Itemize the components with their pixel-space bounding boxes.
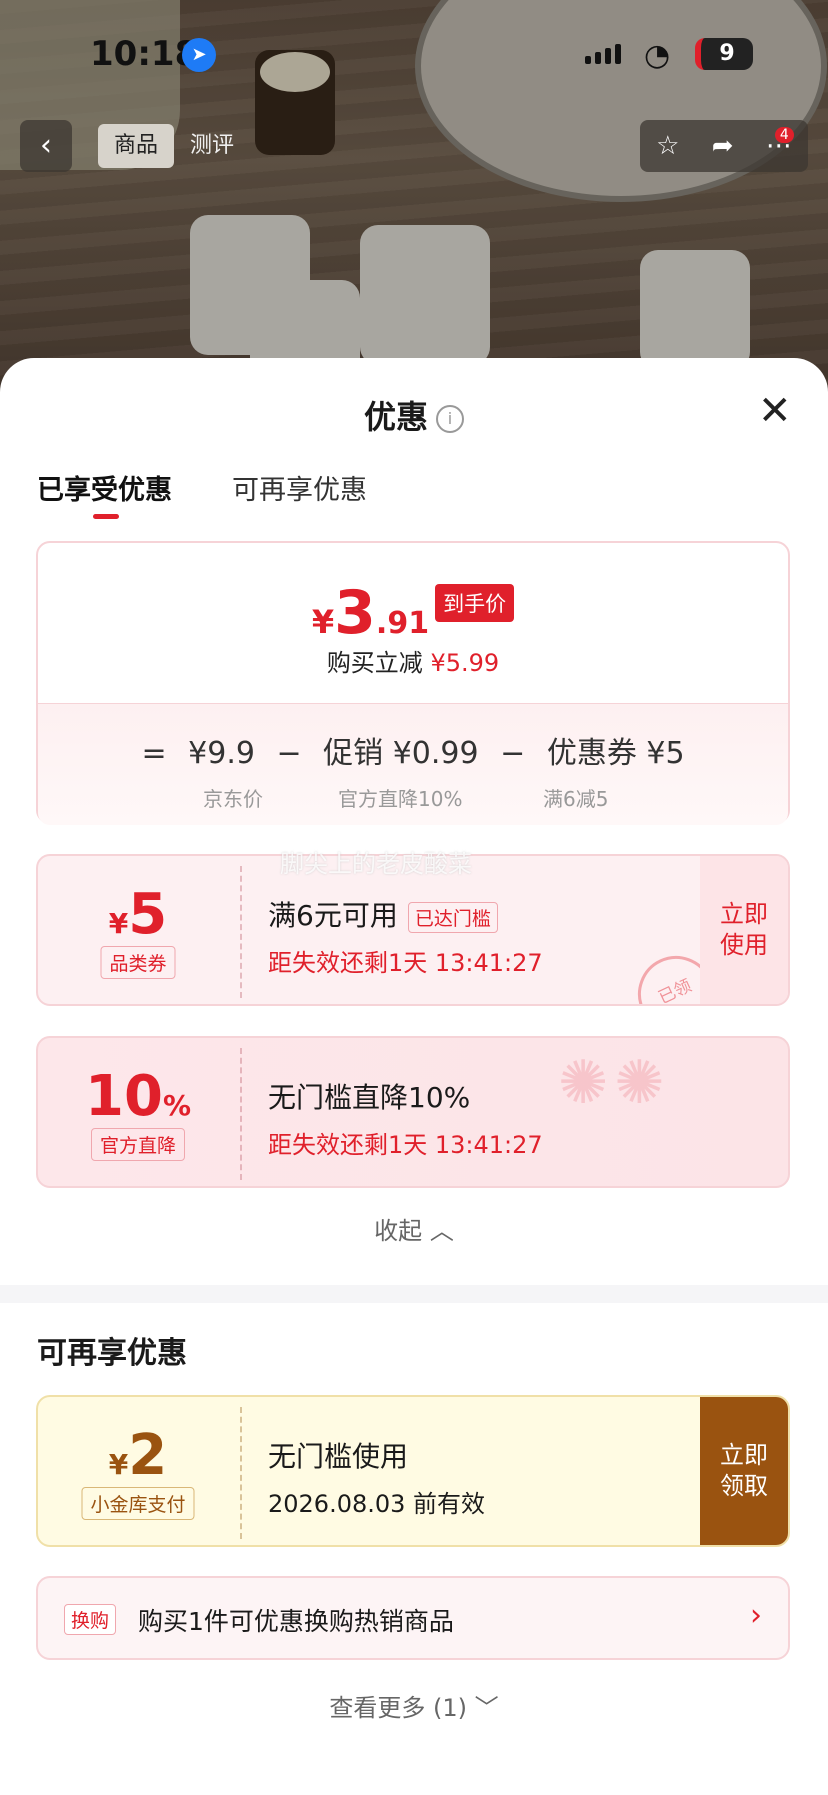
info-icon[interactable]: i xyxy=(436,405,464,433)
collapse-button[interactable]: 收起 ︿ xyxy=(0,1211,828,1246)
use-now-button[interactable]: 立即 使用 xyxy=(700,856,788,1004)
button-line: 立即 xyxy=(720,1441,768,1469)
coupon-label: 满6减5 xyxy=(543,787,609,811)
formula-minus: − xyxy=(500,736,526,771)
status-bar: 10:18 ➤ ◔ 9 xyxy=(0,0,828,110)
firework-decoration: ✺✺ xyxy=(558,1048,671,1118)
button-line: 使用 xyxy=(720,931,768,959)
star-icon[interactable]: ☆ xyxy=(656,131,679,161)
coupon-title-row: 满6元可用 已达门槛 xyxy=(268,894,498,934)
formula-promo: 促销 ¥0.99 xyxy=(323,736,479,771)
coupon-amount-area: ¥2 小金库支付 xyxy=(38,1397,238,1545)
coupon-expiry: 2026.08.03 前有效 xyxy=(268,1490,486,1518)
currency-symbol: ¥ xyxy=(311,603,335,641)
jd-price-label: 京东价 xyxy=(203,787,263,811)
official-discount-card: ✺✺ 10% 官方直降 无门槛直降10% 距失效还剩1天 13:41:27 xyxy=(36,1036,790,1188)
discount-amount-area: 10% 官方直降 xyxy=(38,1038,238,1186)
view-more-button[interactable]: 查看更多 (1) ﹀ xyxy=(0,1688,828,1723)
threshold-badge: 已达门槛 xyxy=(407,901,498,933)
amount-value: 2 xyxy=(128,1423,168,1488)
close-icon[interactable]: ✕ xyxy=(758,388,792,434)
tab-enjoyed-discounts[interactable]: 已享受优惠 xyxy=(37,468,172,507)
chevron-left-icon: ‹ xyxy=(40,128,52,163)
chevron-down-icon: ﹀ xyxy=(474,1694,499,1722)
back-button[interactable]: ‹ xyxy=(20,120,72,172)
coupon-title: 满6元可用 xyxy=(268,899,398,932)
discount-title: 无门槛直降10% xyxy=(268,1081,471,1114)
active-tab-indicator xyxy=(93,514,119,519)
sheet-title: 优惠 xyxy=(363,398,428,436)
purchase-reduction: 购买立减 ¥5.99 xyxy=(38,643,788,678)
promo-label: 官方直降10% xyxy=(338,787,463,811)
watermark-text: 脚尖上的老皮酸菜 xyxy=(280,850,472,878)
claim-now-button[interactable]: 立即 领取 xyxy=(700,1397,788,1545)
chevron-right-icon: › xyxy=(750,1598,762,1633)
coupon-divider xyxy=(240,1048,242,1180)
formula-coupon: 优惠券 ¥5 xyxy=(546,736,685,771)
wifi-icon: ◔ xyxy=(644,38,671,73)
coupon-kind: 小金库支付 xyxy=(81,1487,195,1520)
coupon-kind: 品类券 xyxy=(100,946,176,979)
coupon-amount: ¥5 xyxy=(38,882,238,947)
discount-sheet: 优惠 i ✕ 已享受优惠 可再享优惠 ¥3.91到手价 购买立减 ¥5.99 = … xyxy=(0,358,828,1795)
coupon-divider xyxy=(240,1407,242,1539)
cellular-signal-icon xyxy=(585,44,625,64)
price-formula: = ¥9.9 − 促销 ¥0.99 − 优惠券 ¥5 xyxy=(38,728,788,772)
message-badge: 4 xyxy=(774,127,794,143)
price-decimal: .91 xyxy=(375,606,430,641)
currency-symbol: ¥ xyxy=(108,1448,129,1481)
discount-countdown: 距失效还剩1天 13:41:27 xyxy=(268,1131,543,1159)
final-price-tag: 到手价 xyxy=(435,584,515,622)
reduction-label: 购买立减 xyxy=(326,649,423,677)
section-divider xyxy=(0,1285,828,1303)
price-integer: 3 xyxy=(334,578,376,648)
chevron-up-icon: ︿ xyxy=(429,1217,454,1245)
product-nav-tabs: 商品 测评 xyxy=(98,120,250,172)
tab-product[interactable]: 商品 xyxy=(98,124,175,168)
final-price-card: ¥3.91到手价 购买立减 ¥5.99 = ¥9.9 − 促销 ¥0.99 − … xyxy=(36,541,790,825)
amount-value: 10 xyxy=(85,1064,163,1129)
coupon-amount: ¥2 xyxy=(38,1423,238,1488)
tab-review[interactable]: 测评 xyxy=(174,124,250,168)
amount-value: 5 xyxy=(128,882,168,947)
exchange-tag: 换购 xyxy=(64,1604,117,1635)
percent-unit: % xyxy=(162,1089,191,1122)
location-arrow-icon: ➤ xyxy=(182,38,216,72)
button-line: 立即 xyxy=(720,900,768,928)
sheet-title-row: 优惠 i xyxy=(0,392,828,438)
currency-symbol: ¥ xyxy=(108,907,129,940)
discount-kind: 官方直降 xyxy=(90,1128,186,1161)
share-icon[interactable]: ➦ xyxy=(712,131,734,161)
exchange-text: 购买1件可优惠换购热销商品 xyxy=(138,1607,454,1636)
reduction-value: ¥5.99 xyxy=(430,649,500,677)
section-title: 可再享优惠 xyxy=(37,1336,187,1371)
final-price: ¥3.91到手价 xyxy=(38,578,788,648)
nav-actions: ☆ ➦ ⋯ 4 xyxy=(640,120,808,172)
vault-coupon-card: ¥2 小金库支付 无门槛使用 2026.08.03 前有效 立即领取 xyxy=(36,1395,790,1547)
coupon-countdown: 距失效还剩1天 13:41:27 xyxy=(268,949,543,977)
battery-indicator: 9 xyxy=(695,38,753,70)
formula-minus: − xyxy=(276,736,302,771)
more-icon[interactable]: ⋯ 4 xyxy=(766,127,794,161)
discount-amount: 10% xyxy=(38,1064,238,1129)
exchange-offer-row[interactable]: 换购 购买1件可优惠换购热销商品 › xyxy=(36,1576,790,1660)
button-line: 领取 xyxy=(720,1472,768,1500)
view-more-label: 查看更多 (1) xyxy=(329,1694,467,1722)
formula-equals: = xyxy=(141,736,167,771)
collapse-label: 收起 xyxy=(374,1217,423,1245)
tab-more-discounts[interactable]: 可再享优惠 xyxy=(232,468,367,507)
coupon-divider xyxy=(240,866,242,998)
coupon-title: 无门槛使用 xyxy=(268,1440,409,1473)
formula-jd-price: ¥9.9 xyxy=(188,736,255,771)
coupon-amount-area: ¥5 品类券 xyxy=(38,856,238,1004)
